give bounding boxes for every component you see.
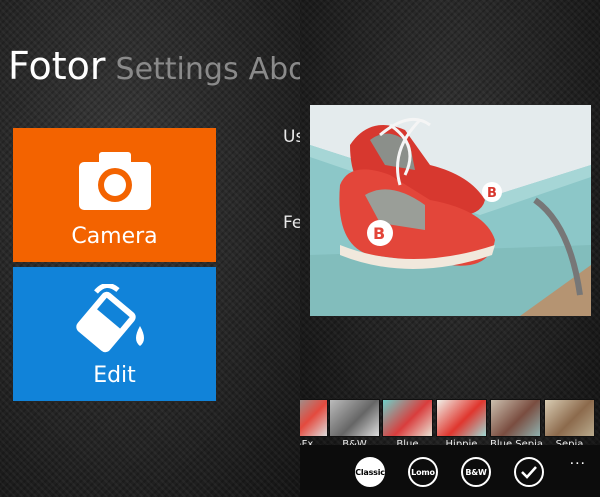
bw-button[interactable]: B&W <box>461 457 491 487</box>
photo-preview[interactable]: B B <box>310 105 591 316</box>
paint-bucket-icon <box>75 284 155 355</box>
filter-thumb-fx[interactable] <box>300 399 328 437</box>
filter-thumb-hippie[interactable] <box>436 399 487 437</box>
filter-thumb-blue-sepia[interactable] <box>490 399 541 437</box>
settings-peek-text-2: Fe <box>283 213 300 233</box>
app-bar: Classic Lomo B&W ... <box>300 445 600 497</box>
svg-text:B: B <box>373 224 385 243</box>
filter-thumb-bw[interactable] <box>329 399 380 437</box>
lomo-button[interactable]: Lomo <box>408 457 438 487</box>
more-options-icon[interactable]: ... <box>570 451 586 469</box>
checkmark-icon[interactable] <box>514 457 544 487</box>
pivot-header: Fotor Settings Abo <box>8 44 300 88</box>
filter-thumb-sepia[interactable] <box>544 399 595 437</box>
editor-page: B B o-Fx B&W Blue Hippie Blue Sepia Sepi… <box>300 0 600 497</box>
svg-text:B: B <box>487 186 497 201</box>
camera-tile-label: Camera <box>71 224 158 249</box>
tab-about[interactable]: Abo <box>249 52 300 87</box>
edit-tile-label: Edit <box>93 363 136 388</box>
settings-peek-text: Us <box>283 127 300 147</box>
tab-settings[interactable]: Settings <box>116 52 239 87</box>
edit-tile[interactable]: Edit <box>13 267 216 401</box>
classic-button[interactable]: Classic <box>355 457 385 487</box>
app-title: Fotor <box>8 44 106 88</box>
filter-thumb-blue[interactable] <box>382 399 433 437</box>
fotor-main-page: Fotor Settings Abo Camera Edit Us Fe <box>0 0 300 497</box>
shoes-photo-illustration: B B <box>310 105 591 316</box>
camera-tile[interactable]: Camera <box>13 128 216 262</box>
camera-icon <box>75 146 155 216</box>
